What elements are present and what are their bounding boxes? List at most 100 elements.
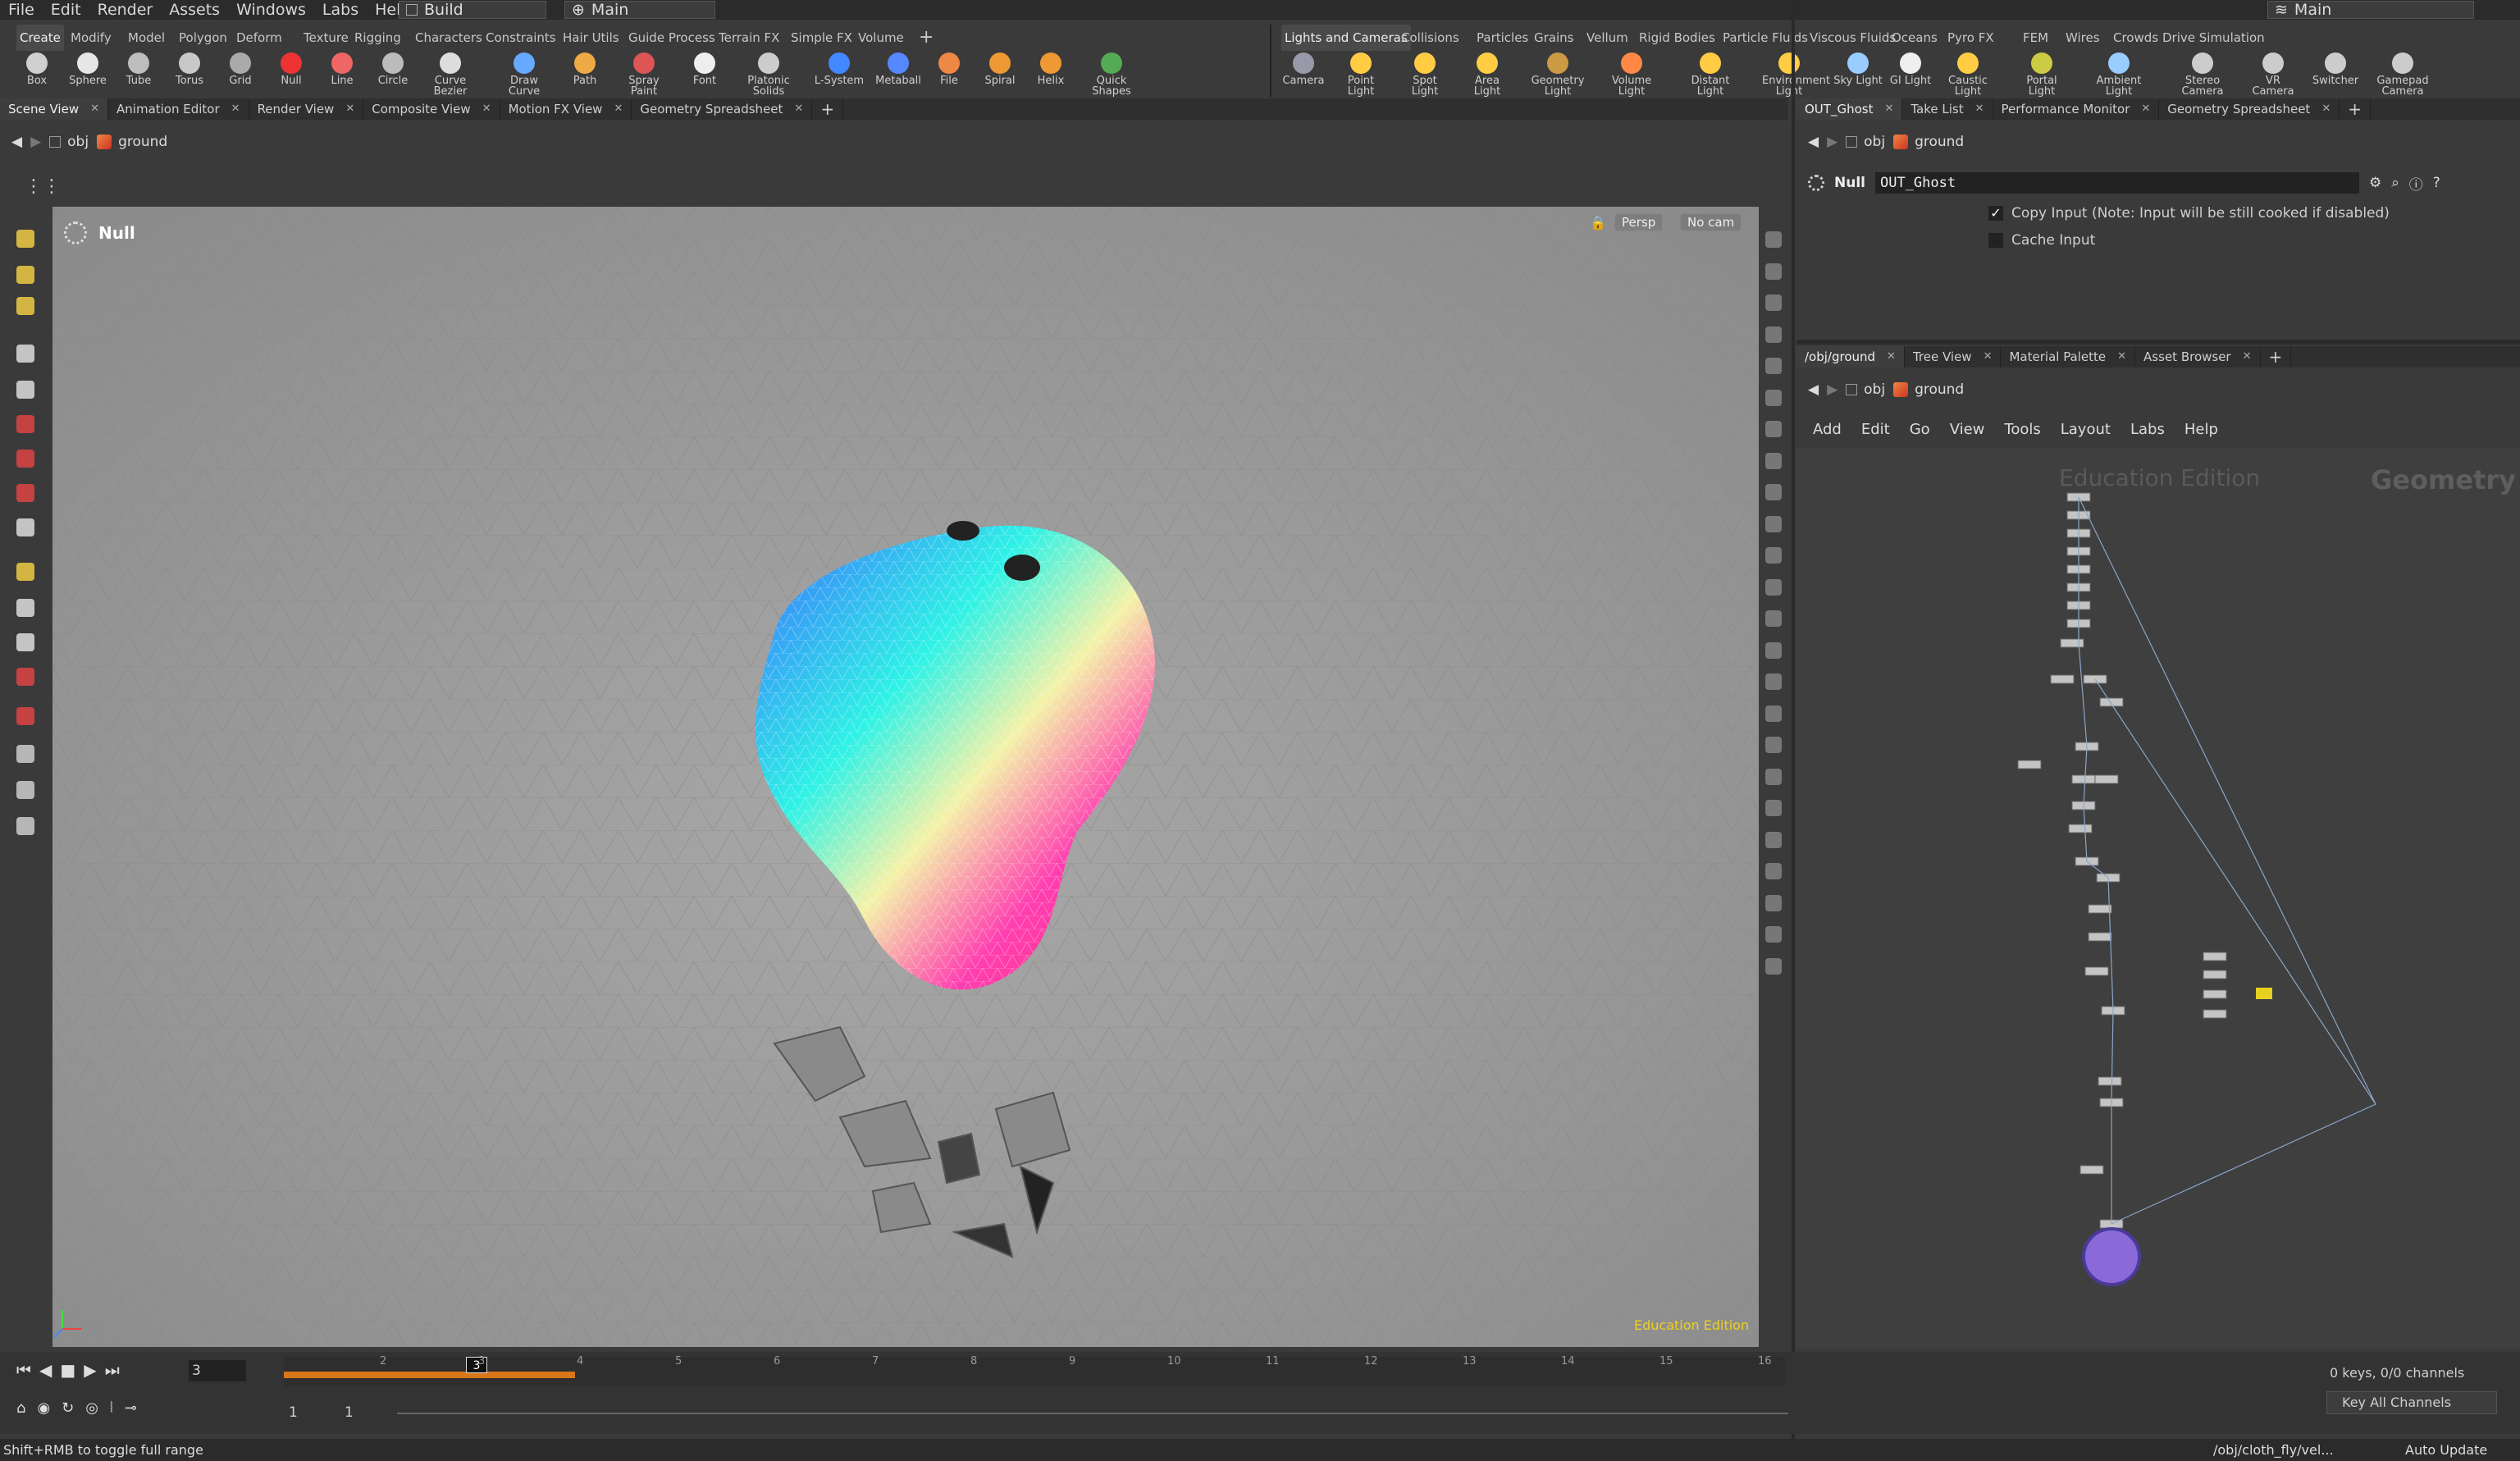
shelf-tab-2[interactable]: Model: [125, 25, 168, 51]
tool-right-7[interactable]: Environment Light: [1762, 53, 1830, 97]
display-tool-5-icon[interactable]: [1765, 389, 1782, 406]
left-tab-4[interactable]: Motion FX View ✕: [500, 98, 632, 120]
shelf-tab-1[interactable]: Modify: [67, 25, 115, 51]
left-tool-6-icon[interactable]: [16, 450, 34, 468]
left-tool-10-icon[interactable]: [16, 599, 34, 617]
display-tool-20-icon[interactable]: [1765, 863, 1782, 879]
param-tab-3-close-icon[interactable]: ✕: [2321, 98, 2331, 120]
display-tool-2-icon[interactable]: [1765, 294, 1782, 311]
left-tab-2[interactable]: Render View ✕: [249, 98, 364, 120]
left-tab-1-close-icon[interactable]: ✕: [231, 98, 240, 120]
display-tool-4-icon[interactable]: [1765, 358, 1782, 374]
shelf-tab-right-13[interactable]: Drive Simulation: [2159, 25, 2268, 51]
left-tool-16-icon[interactable]: [16, 817, 34, 835]
left-tool-12-icon[interactable]: [16, 668, 34, 686]
net-menu-3[interactable]: View: [1940, 421, 1995, 438]
path-root[interactable]: obj: [49, 134, 89, 150]
shelf-tab-0[interactable]: Create: [16, 25, 64, 51]
display-tool-13-icon[interactable]: [1765, 641, 1782, 659]
left-tool-0-icon[interactable]: [16, 230, 34, 248]
tool-right-15[interactable]: Switcher: [2308, 53, 2362, 97]
graph-node[interactable]: [2071, 774, 2096, 784]
graph-node[interactable]: [2050, 674, 2075, 684]
jump-end-icon[interactable]: ⏭: [105, 1360, 120, 1380]
back-arrow-icon[interactable]: ◀: [11, 134, 22, 150]
cache-input-checkbox[interactable]: [1988, 233, 2003, 248]
shelf-tab-6[interactable]: Rigging: [351, 25, 404, 51]
left-tab-4-close-icon[interactable]: ✕: [614, 98, 623, 120]
node-name-field[interactable]: OUT_Ghost: [1874, 172, 2359, 194]
keys-icon[interactable]: ⦚: [110, 1399, 113, 1417]
shelf-tab-12[interactable]: Simple FX: [788, 25, 856, 51]
shelf-tab-right-5[interactable]: Rigid Bodies: [1636, 25, 1719, 51]
tool-right-12[interactable]: Ambient Light: [2092, 53, 2146, 97]
left-tab-5-close-icon[interactable]: ✕: [794, 98, 803, 120]
pane-splitter-h[interactable]: [1796, 340, 2520, 345]
menu-labs[interactable]: Labs: [314, 0, 367, 20]
graph-node[interactable]: [2088, 932, 2112, 942]
left-tool-2-icon[interactable]: [16, 297, 34, 315]
display-tool-19-icon[interactable]: [1765, 831, 1782, 848]
graph-node[interactable]: [2098, 1076, 2122, 1086]
tool-10[interactable]: Path: [558, 53, 612, 97]
right-context-dropdown[interactable]: ≋ Main: [2267, 1, 2474, 19]
graph-node[interactable]: [2068, 824, 2093, 833]
shelf-tab-right-9[interactable]: Pyro FX: [1944, 25, 1997, 51]
display-tool-0-icon[interactable]: [1765, 231, 1782, 248]
tool-11[interactable]: Spray Paint: [617, 53, 671, 97]
switch-node[interactable]: [2256, 988, 2272, 999]
range-start-field[interactable]: 1: [289, 1404, 298, 1421]
shelf-tab-9[interactable]: Hair Utils: [559, 25, 623, 51]
net-tab-0-close-icon[interactable]: ✕: [1887, 346, 1896, 368]
back-arrow-icon[interactable]: ◀: [1808, 381, 1819, 398]
shelf-tab-right-2[interactable]: Particles: [1473, 25, 1532, 51]
left-tool-9-icon[interactable]: [16, 563, 34, 581]
display-tool-14-icon[interactable]: [1765, 673, 1782, 690]
net-menu-2[interactable]: Go: [1900, 421, 1940, 438]
key-all-channels-button[interactable]: Key All Channels: [2326, 1391, 2497, 1414]
net-menu-4[interactable]: Tools: [1994, 421, 2050, 438]
sync-icon[interactable]: ◎: [85, 1399, 98, 1417]
graph-node[interactable]: [2084, 966, 2109, 976]
path-root[interactable]: obj: [1846, 134, 1885, 150]
audio-icon[interactable]: ◉: [37, 1399, 50, 1417]
stop-icon[interactable]: ■: [60, 1360, 75, 1380]
param-add-tab-icon[interactable]: +: [2340, 98, 2371, 120]
tool-0[interactable]: Box: [10, 53, 64, 97]
left-tool-8-icon[interactable]: [16, 518, 34, 536]
shelf-tab-8[interactable]: Constraints: [482, 25, 559, 51]
auto-update-menu[interactable]: Auto Update: [2405, 1439, 2487, 1461]
net-tab-3-close-icon[interactable]: ✕: [2243, 346, 2252, 368]
playback-start-field[interactable]: 1: [345, 1404, 354, 1421]
shelf-tab-right-8[interactable]: Oceans: [1888, 25, 1941, 51]
net-tab-1-close-icon[interactable]: ✕: [1984, 346, 1993, 368]
display-tool-1-icon[interactable]: [1765, 263, 1782, 280]
pane-splitter[interactable]: [1792, 0, 1795, 1461]
param-tab-3[interactable]: Geometry Spreadsheet ✕: [2159, 98, 2340, 120]
shelf-tab-right-10[interactable]: FEM: [2020, 25, 2052, 51]
help-icon[interactable]: ?: [2433, 175, 2440, 191]
display-tool-12-icon[interactable]: [1765, 610, 1782, 627]
display-tool-21-icon[interactable]: [1765, 894, 1782, 911]
network-editor[interactable]: Education Edition Geometry: [1796, 448, 2520, 1349]
param-tab-2[interactable]: Performance Monitor ✕: [1993, 98, 2160, 120]
context-dropdown[interactable]: ⊕ Main: [564, 1, 715, 19]
menu-render[interactable]: Render: [89, 0, 162, 20]
net-menu-0[interactable]: Add: [1803, 421, 1851, 438]
shelf-tab-right-1[interactable]: Collisions: [1398, 25, 1463, 51]
left-tab-3[interactable]: Composite View ✕: [363, 98, 500, 120]
left-tab-5[interactable]: Geometry Spreadsheet ✕: [632, 98, 813, 120]
tool-4[interactable]: Grid: [213, 53, 267, 97]
graph-node[interactable]: [2017, 760, 2042, 769]
graph-node[interactable]: [2060, 638, 2084, 648]
net-add-tab-icon[interactable]: +: [2261, 346, 2292, 368]
info-icon[interactable]: ⓘ: [2409, 173, 2423, 194]
forward-arrow-icon[interactable]: ▶: [30, 134, 41, 150]
tool-right-16[interactable]: Gamepad Camera: [2376, 53, 2430, 97]
scene-viewport[interactable]: Null 🔒 Persp No cam Education Edition: [52, 207, 1759, 1347]
slider-icon[interactable]: ⊸: [125, 1399, 137, 1417]
net-menu-7[interactable]: Help: [2175, 421, 2228, 438]
timeline-track[interactable]: 3 234567891011121314151617181920: [284, 1355, 2166, 1386]
tool-8[interactable]: Curve Bezier: [423, 53, 477, 97]
tool-14[interactable]: L-System: [812, 53, 866, 97]
